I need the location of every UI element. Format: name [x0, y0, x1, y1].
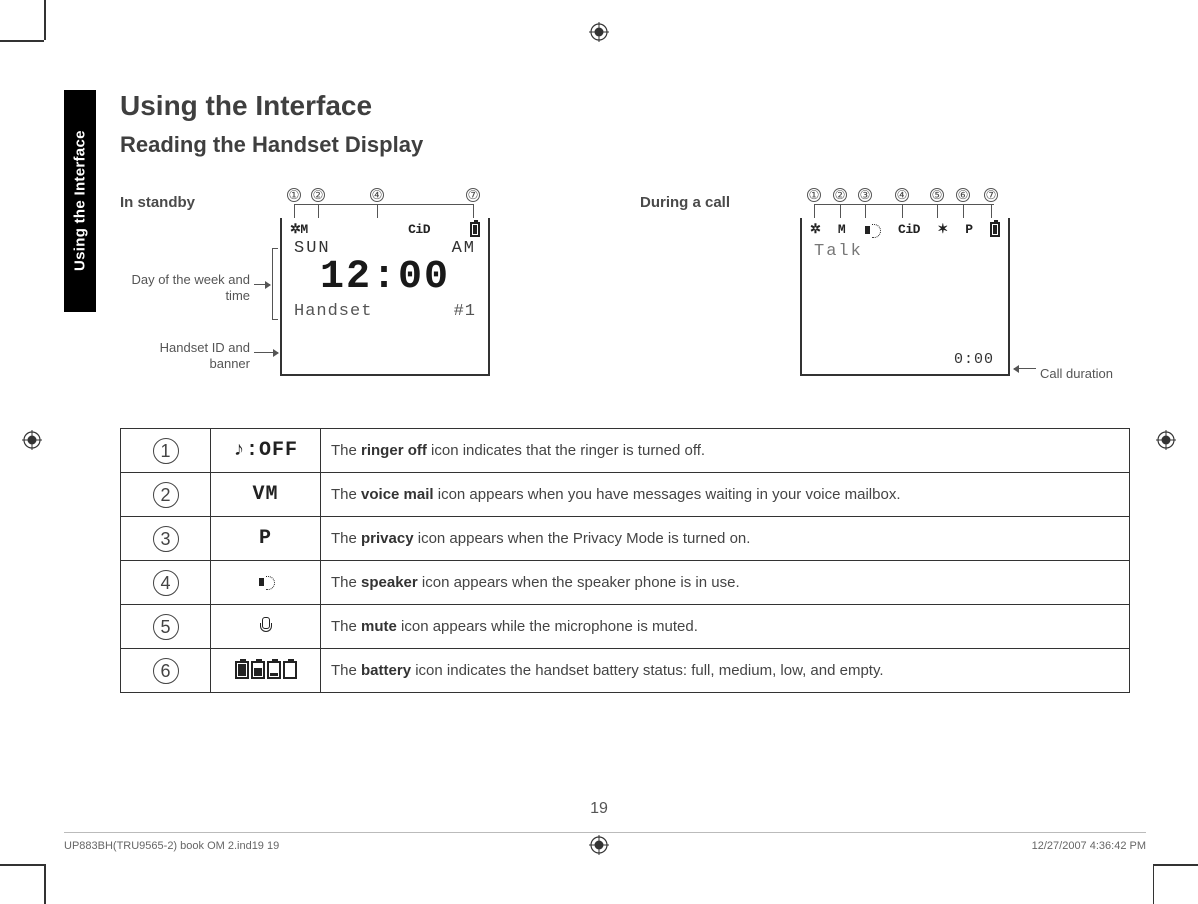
legend-number: 2 [121, 473, 211, 517]
lcd-icon-row: ✲ M CiD ✶ P [802, 218, 1008, 238]
callout-3: ③ [858, 188, 872, 202]
during-call-label: During a call [640, 194, 730, 211]
callout-4: ④ [370, 188, 384, 202]
page-title: Using the Interface [120, 90, 1130, 122]
footer-divider [64, 832, 1146, 833]
legend-icon: P [211, 517, 321, 561]
cropmark [0, 864, 44, 866]
cropmark [44, 0, 46, 40]
cropmark [44, 864, 46, 904]
annot-call-duration: Call duration [1040, 366, 1140, 382]
legend-icon [211, 605, 321, 649]
page-number: 19 [0, 800, 1198, 818]
lcd-icon-row: ✲ M CiD [282, 218, 488, 237]
legend-description: The ringer off icon indicates that the r… [321, 429, 1130, 473]
legend-description: The speaker icon appears when the speake… [321, 561, 1130, 605]
callout-2: ② [833, 188, 847, 202]
callout-1: ① [287, 188, 301, 202]
legend-number: 4 [121, 561, 211, 605]
voicemail-icon: M [300, 222, 307, 237]
arrow-icon [1014, 368, 1036, 369]
lcd-duration: 0:00 [954, 351, 994, 368]
callout-7: ⑦ [466, 188, 480, 202]
lcd-banner-label: Handset [294, 302, 372, 321]
legend-table: 1♪:OFFThe ringer off icon indicates that… [120, 428, 1130, 693]
callout-2: ② [311, 188, 325, 202]
legend-description: The mute icon appears while the micropho… [321, 605, 1130, 649]
legend-row: 2VMThe voice mail icon appears when you … [121, 473, 1130, 517]
legend-row: 3PThe privacy icon appears when the Priv… [121, 517, 1130, 561]
battery-icon [470, 222, 480, 237]
registration-mark-icon [22, 430, 42, 450]
legend-number: 3 [121, 517, 211, 561]
legend-icon [211, 649, 321, 693]
callout-1: ① [807, 188, 821, 202]
legend-row: 4 The speaker icon appears when the speak… [121, 561, 1130, 605]
speaker-icon [863, 222, 881, 238]
cropmark [1153, 864, 1155, 904]
bell-icon: ✲ [290, 222, 300, 237]
legend-row: 5 The mute icon appears while the microph… [121, 605, 1130, 649]
bracket-icon [272, 248, 278, 320]
legend-number: 5 [121, 605, 211, 649]
cropmark [0, 40, 44, 42]
registration-mark-icon [589, 22, 609, 42]
legend-description: The privacy icon appears when the Privac… [321, 517, 1130, 561]
legend-row: 1♪:OFFThe ringer off icon indicates that… [121, 429, 1130, 473]
privacy-icon: P [965, 222, 972, 238]
footer-timestamp: 12/27/2007 4:36:42 PM [1032, 840, 1146, 852]
cropmark [1154, 864, 1198, 866]
battery-icon [990, 222, 1000, 238]
callout-5: ⑤ [930, 188, 944, 202]
standby-label: In standby [120, 194, 195, 211]
footer-filename: UP883BH(TRU9565-2) book OM 2.ind19 19 [64, 840, 279, 852]
standby-callouts: ① ② ④ ⑦ [280, 188, 490, 218]
call-callouts: ① ② ③ ④ ⑤ ⑥ ⑦ [800, 188, 1010, 218]
call-display-group: During a call ① ② ③ ④ ⑤ ⑥ ⑦ ✲ M CiD ✶ P [640, 188, 1130, 398]
legend-number: 1 [121, 429, 211, 473]
legend-icon [211, 561, 321, 605]
cid-icon: CiD [898, 222, 920, 238]
annot-handset-id: Handset ID and banner [130, 340, 250, 371]
bell-icon: ✲ [810, 222, 820, 238]
arrow-icon [254, 284, 270, 285]
legend-number: 6 [121, 649, 211, 693]
arrow-icon [254, 352, 278, 353]
standby-display-group: In standby ① ② ④ ⑦ Day of the week and t… [120, 188, 610, 398]
callout-4: ④ [895, 188, 909, 202]
section-tab: Using the Interface [64, 90, 96, 312]
registration-mark-icon [1156, 430, 1176, 450]
callout-6: ⑥ [956, 188, 970, 202]
legend-row: 6 The battery icon indicates the handset … [121, 649, 1130, 693]
mute-icon: ✶ [937, 222, 947, 238]
lcd-talk-label: Talk [802, 238, 1008, 265]
lcd-banner-id: #1 [454, 302, 476, 321]
lcd-ampm: AM [452, 239, 476, 258]
legend-icon: VM [211, 473, 321, 517]
legend-icon: ♪:OFF [211, 429, 321, 473]
lcd-call: ✲ M CiD ✶ P Talk 0:00 [800, 218, 1010, 376]
legend-description: The battery icon indicates the handset b… [321, 649, 1130, 693]
legend-description: The voice mail icon appears when you hav… [321, 473, 1130, 517]
cid-icon: CiD [408, 222, 430, 237]
page-subtitle: Reading the Handset Display [120, 132, 1130, 158]
voicemail-icon: M [838, 222, 845, 238]
callout-7: ⑦ [984, 188, 998, 202]
annot-day-time: Day of the week and time [130, 272, 250, 303]
lcd-time: 12:00 [282, 258, 488, 298]
lcd-standby: ✲ M CiD SUN AM 12:00 Handset #1 [280, 218, 490, 376]
